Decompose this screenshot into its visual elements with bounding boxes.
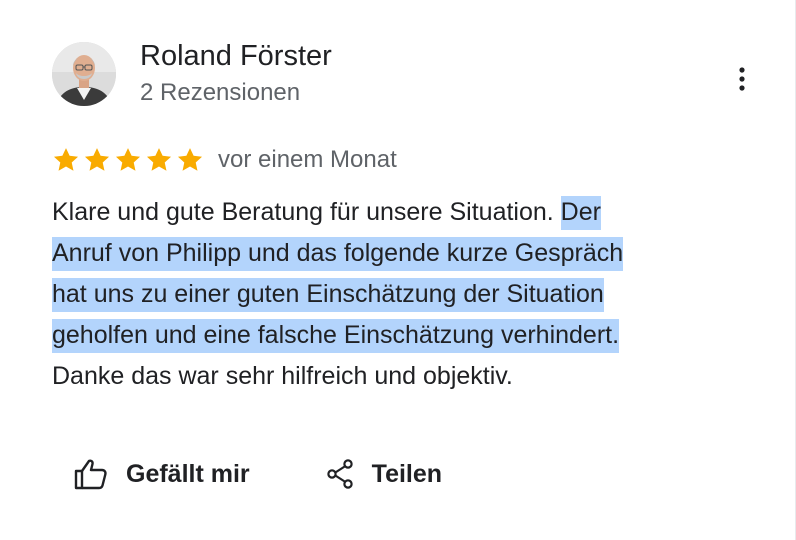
author-review-count: 2 Rezensionen	[140, 79, 301, 106]
review-text-line: geholfen und eine falsche Einschätzung v…	[52, 315, 742, 356]
star-icon	[177, 148, 203, 171]
selected-text: Anruf von Philipp und das folgende kurze…	[52, 237, 624, 271]
share-button[interactable]: Teilen	[326, 459, 442, 489]
star-icon	[146, 148, 172, 171]
selected-text: geholfen und eine falsche Einschätzung v…	[52, 319, 620, 353]
star-icon	[53, 148, 79, 171]
review-text-line: Danke das war sehr hilfreich und objekti…	[52, 356, 742, 397]
author-name[interactable]: Roland Förster	[140, 38, 332, 74]
review-text-plain: Klare und gute Beratung für unsere Situa…	[52, 198, 561, 226]
share-label: Teilen	[371, 459, 443, 488]
review-date: vor einem Monat	[218, 146, 397, 173]
review-text-line: hat uns zu einer guten Einschätzung der …	[52, 274, 742, 315]
more-options-button[interactable]	[726, 62, 758, 96]
avatar[interactable]	[52, 42, 116, 106]
star-icon	[115, 148, 141, 171]
star-rating	[52, 146, 204, 174]
like-label: Gefällt mir	[126, 459, 250, 488]
review-actions: Gefällt mir Teilen	[74, 452, 442, 496]
selected-text: Der	[560, 196, 601, 230]
selected-text: hat uns zu einer guten Einschätzung der …	[52, 278, 604, 312]
share-icon	[326, 459, 353, 489]
person-photo-avatar	[52, 42, 116, 106]
review-text-line: Klare und gute Beratung für unsere Situa…	[52, 192, 742, 233]
more-vertical-icon	[739, 67, 745, 91]
thumbs-up-icon	[74, 459, 107, 490]
rating-row: vor einem Monat	[52, 144, 397, 176]
review-text: Klare und gute Beratung für unsere Situa…	[52, 192, 742, 397]
like-button[interactable]: Gefällt mir	[74, 458, 250, 490]
review-text-line: Anruf von Philipp und das folgende kurze…	[52, 233, 742, 274]
star-icon	[84, 148, 110, 171]
review-card: Roland Förster 2 Rezensionen vor einem M…	[0, 0, 796, 540]
review-text-plain: Danke das war sehr hilfreich und objekti…	[52, 362, 513, 390]
